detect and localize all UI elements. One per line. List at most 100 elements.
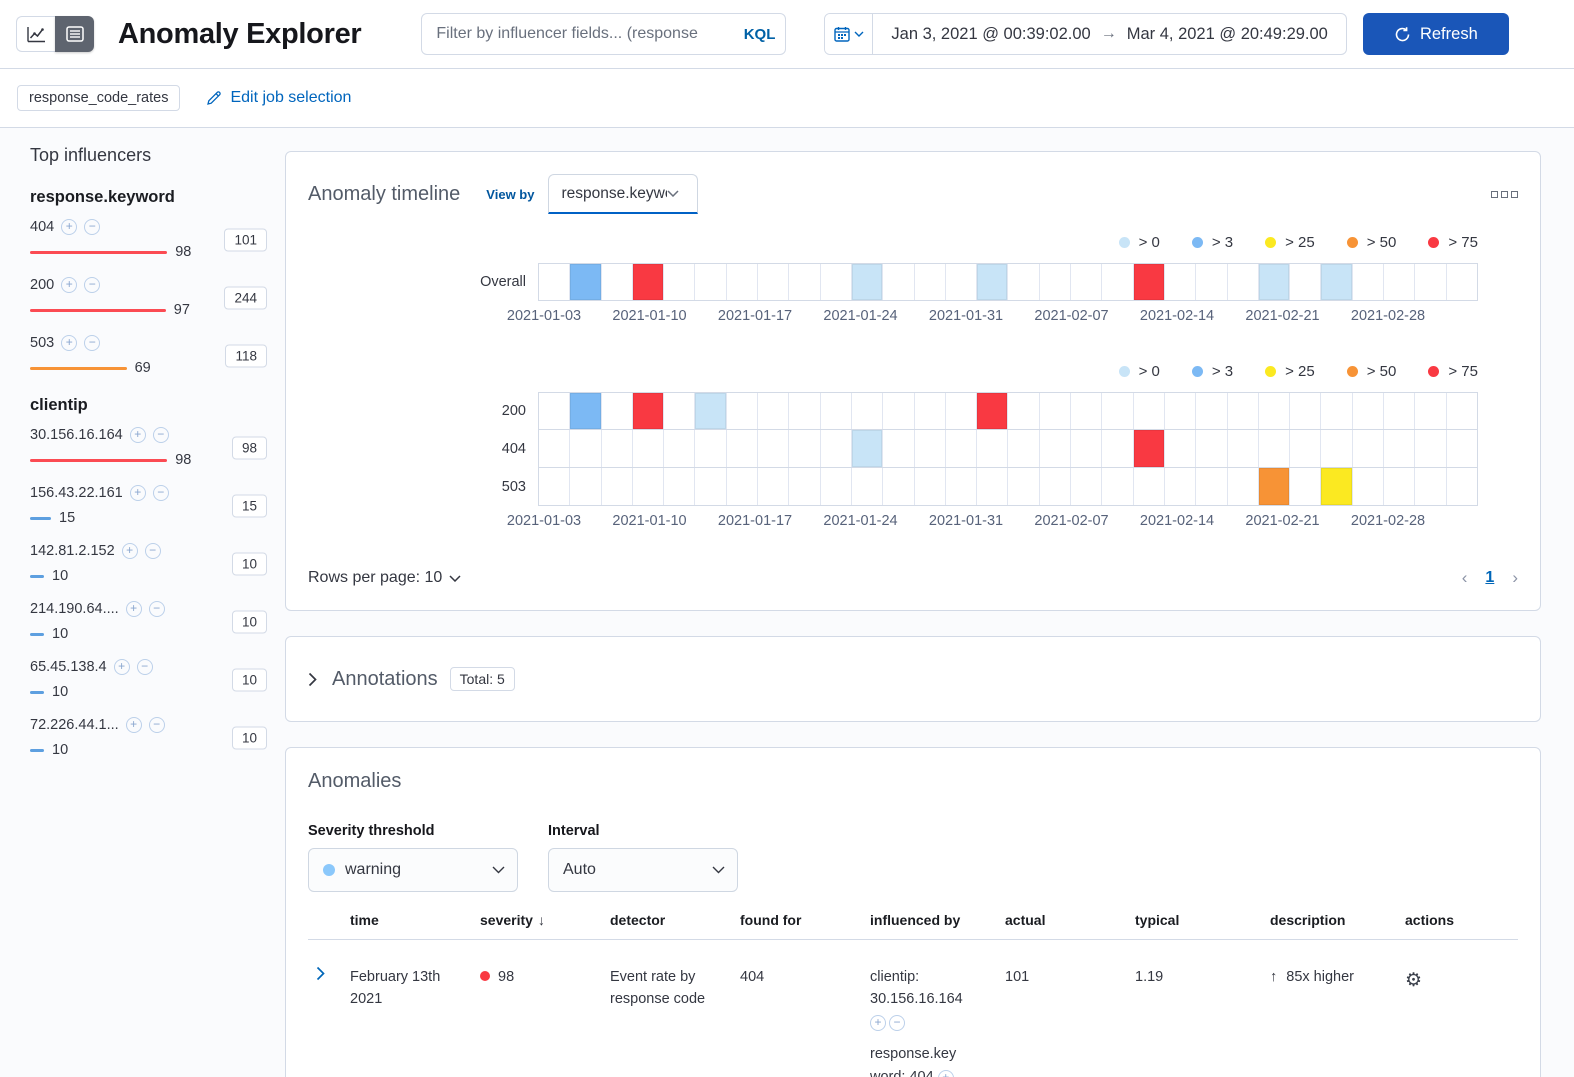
- swimlane-cell[interactable]: [1321, 393, 1353, 429]
- table-view-button[interactable]: [55, 16, 94, 52]
- swimlane-cell[interactable]: [1040, 468, 1072, 505]
- add-filter-icon[interactable]: +: [129, 485, 146, 501]
- swimlane-cell[interactable]: [758, 430, 790, 467]
- swimlane-cell[interactable]: [852, 468, 884, 505]
- swimlane-cell[interactable]: [695, 468, 727, 505]
- severity-threshold-select[interactable]: warning: [308, 848, 518, 892]
- add-filter-icon[interactable]: +: [61, 219, 78, 235]
- swimlane-cell[interactable]: [633, 468, 665, 505]
- swimlane-cell[interactable]: [851, 430, 884, 467]
- remove-filter-icon[interactable]: −: [84, 219, 101, 235]
- swimlane-cell[interactable]: [1134, 393, 1165, 429]
- swimlane-cell[interactable]: [695, 264, 727, 300]
- remove-filter-icon[interactable]: −: [889, 1015, 905, 1032]
- swimlane-cell[interactable]: [1228, 468, 1259, 505]
- page-number[interactable]: 1: [1485, 569, 1494, 587]
- swimlane-cell[interactable]: [1008, 468, 1040, 505]
- influencer-name[interactable]: 200: [30, 277, 54, 293]
- swimlane-cell[interactable]: [632, 393, 665, 429]
- swimlane-cell[interactable]: [1102, 264, 1134, 300]
- swimlane-cell[interactable]: [633, 430, 665, 467]
- swimlane-cell[interactable]: [1353, 393, 1385, 429]
- swimlane-cell[interactable]: [1008, 393, 1040, 429]
- influencer-name[interactable]: 404: [30, 219, 54, 235]
- swimlane-cell[interactable]: [1228, 430, 1259, 467]
- swimlane-cell[interactable]: [758, 264, 790, 300]
- column-header-typical[interactable]: typical: [1127, 912, 1262, 928]
- expand-row-button[interactable]: [308, 966, 342, 1077]
- swimlane-cell[interactable]: [539, 393, 571, 429]
- edit-job-selection-link[interactable]: Edit job selection: [206, 89, 351, 107]
- previous-page-icon[interactable]: ‹: [1462, 568, 1468, 588]
- swimlane-cell[interactable]: [664, 468, 696, 505]
- swimlane-cell[interactable]: [1165, 264, 1197, 300]
- swimlane-cell[interactable]: [539, 468, 571, 505]
- swimlane-cell[interactable]: [1259, 393, 1291, 429]
- swimlane-cell[interactable]: [695, 430, 727, 467]
- interval-select[interactable]: Auto: [548, 848, 738, 892]
- swimlane-cell[interactable]: [1415, 264, 1447, 300]
- swimlane-cell[interactable]: [915, 393, 946, 429]
- swimlane-cell[interactable]: [570, 393, 602, 429]
- swimlane-cell[interactable]: [1384, 393, 1416, 429]
- swimlane-cell[interactable]: [1447, 264, 1477, 300]
- swimlane-cell[interactable]: [883, 468, 915, 505]
- swimlane-cell[interactable]: [789, 468, 821, 505]
- swimlane-cell[interactable]: [1290, 430, 1322, 467]
- add-filter-icon[interactable]: +: [125, 717, 142, 733]
- swimlane-cell[interactable]: [946, 468, 978, 505]
- swimlane-cell[interactable]: [1258, 468, 1291, 505]
- influencer-name[interactable]: 503: [30, 335, 54, 351]
- swimlane-cell[interactable]: [851, 264, 884, 300]
- swimlane-cell[interactable]: [977, 468, 1009, 505]
- swimlane-cell[interactable]: [1165, 393, 1197, 429]
- swimlane-cell[interactable]: [1196, 430, 1228, 467]
- swimlane-cell[interactable]: [821, 468, 852, 505]
- add-filter-icon[interactable]: +: [129, 427, 146, 443]
- column-header-description[interactable]: description: [1262, 912, 1397, 928]
- next-page-icon[interactable]: ›: [1512, 568, 1518, 588]
- swimlane-cell[interactable]: [602, 393, 633, 429]
- remove-filter-icon[interactable]: −: [148, 601, 165, 617]
- column-header-influenced-by[interactable]: influenced by: [862, 912, 997, 928]
- influencer-name[interactable]: 156.43.22.161: [30, 485, 123, 501]
- column-header-actual[interactable]: actual: [997, 912, 1127, 928]
- swimlane-cell[interactable]: [1071, 468, 1103, 505]
- swimlane-cell[interactable]: [1196, 264, 1228, 300]
- swimlane-cell[interactable]: [1102, 468, 1134, 505]
- swimlane-cell[interactable]: [883, 430, 915, 467]
- column-header-actions[interactable]: actions: [1397, 912, 1457, 928]
- swimlane-cell[interactable]: [632, 264, 665, 300]
- swimlane-cell[interactable]: [1384, 430, 1416, 467]
- chevron-right-icon[interactable]: [308, 672, 317, 687]
- swimlane-cell[interactable]: [758, 468, 790, 505]
- swimlane-cell[interactable]: [946, 430, 978, 467]
- swimlane-cell[interactable]: [977, 264, 1009, 300]
- swimlane-cell[interactable]: [664, 264, 696, 300]
- remove-filter-icon[interactable]: −: [136, 659, 153, 675]
- swimlane-cell[interactable]: [946, 264, 978, 300]
- remove-filter-icon[interactable]: −: [148, 717, 165, 733]
- swimlane-cell[interactable]: [727, 430, 759, 467]
- view-by-select[interactable]: response.keyword: [548, 174, 699, 214]
- swimlane-cell[interactable]: [1071, 393, 1103, 429]
- end-date[interactable]: Mar 4, 2021 @ 20:49:29.00: [1127, 25, 1328, 44]
- add-filter-icon[interactable]: +: [121, 543, 138, 559]
- add-filter-icon[interactable]: +: [61, 277, 78, 293]
- swimlane-cell[interactable]: [1228, 264, 1259, 300]
- column-header-found-for[interactable]: found for: [732, 912, 862, 928]
- swimlane-cell[interactable]: [1134, 468, 1165, 505]
- swimlane-cell[interactable]: [1040, 430, 1072, 467]
- swimlane-cell[interactable]: [1196, 468, 1228, 505]
- swimlane-cell[interactable]: [1353, 264, 1385, 300]
- influencer-name[interactable]: 30.156.16.164: [30, 427, 123, 443]
- swimlane-cell[interactable]: [570, 468, 602, 505]
- swimlane-cell[interactable]: [727, 393, 759, 429]
- swimlane-cell[interactable]: [570, 264, 602, 300]
- swimlane-cell[interactable]: [1008, 264, 1040, 300]
- swimlane-cell[interactable]: [1353, 468, 1385, 505]
- swimlane-cell[interactable]: [1258, 264, 1291, 300]
- kql-button[interactable]: KQL: [736, 26, 776, 43]
- column-header-detector[interactable]: detector: [602, 912, 732, 928]
- swimlane-cell[interactable]: [570, 430, 602, 467]
